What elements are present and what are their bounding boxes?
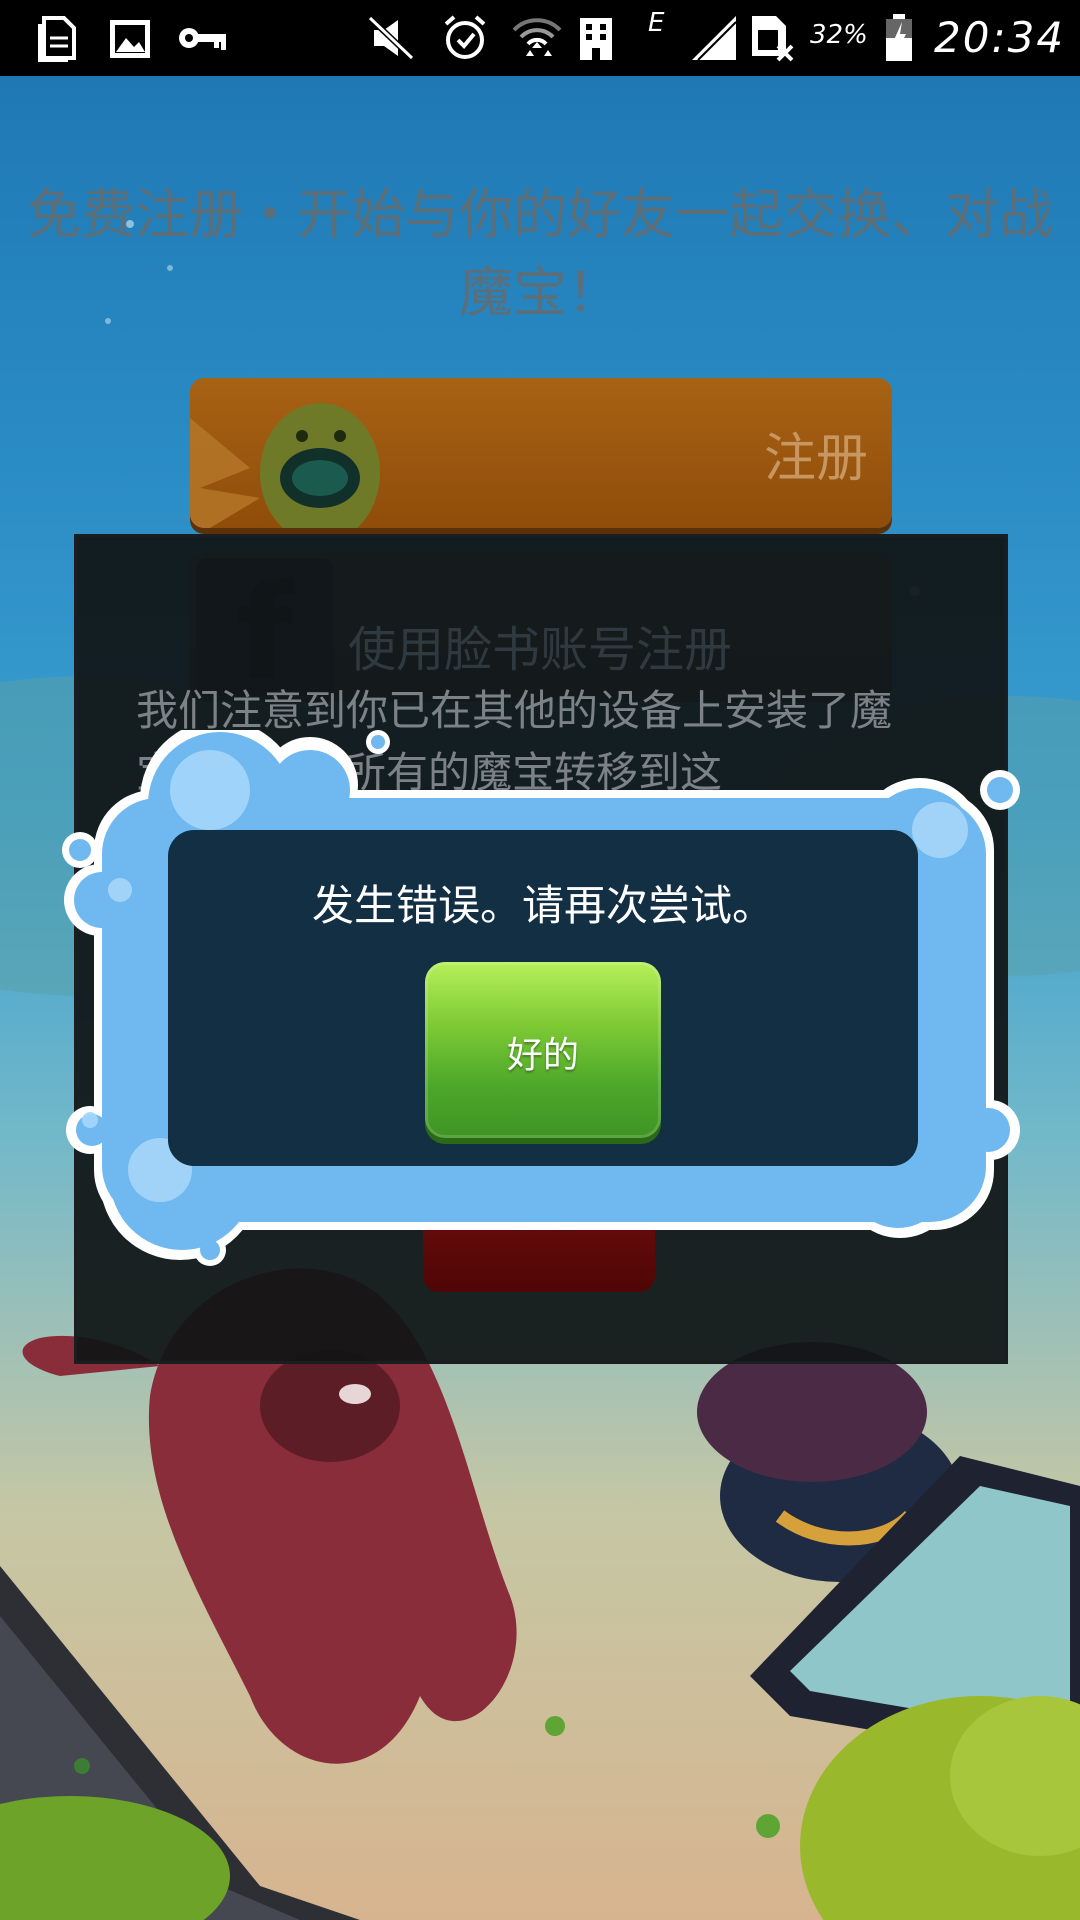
clock: 20:34	[934, 13, 1066, 62]
error-panel: 发生错误。请再次尝试。 好的	[168, 830, 918, 1166]
document-icon	[38, 16, 76, 62]
signup-headline: 免费注册・开始与你的好友一起交换、对战魔宝！	[27, 183, 1053, 324]
battery-percent: 32%	[810, 20, 868, 50]
register-label: 注册	[763, 429, 868, 489]
key-icon	[179, 28, 226, 50]
sim-blocked-icon	[752, 16, 794, 62]
ok-button[interactable]: 好的	[425, 962, 661, 1138]
facebook-register-label: 使用脸书账号注册	[347, 622, 732, 678]
status-bar: E 32% 20:34	[0, 0, 1080, 76]
mascot-icon	[190, 403, 380, 528]
ok-label: 好的	[506, 1035, 579, 1076]
error-dialog: 发生错误。请再次尝试。 好的	[60, 730, 1020, 1270]
network-type: E	[648, 8, 665, 38]
signal-icon	[692, 16, 737, 61]
register-button[interactable]: 注册	[190, 378, 892, 528]
building-icon	[580, 18, 612, 60]
battery-icon	[886, 14, 912, 61]
mute-icon	[368, 15, 414, 61]
wifi-icon	[512, 18, 562, 56]
alarm-icon	[444, 15, 486, 59]
image-icon	[110, 20, 150, 58]
error-message: 发生错误。请再次尝试。	[311, 881, 774, 930]
